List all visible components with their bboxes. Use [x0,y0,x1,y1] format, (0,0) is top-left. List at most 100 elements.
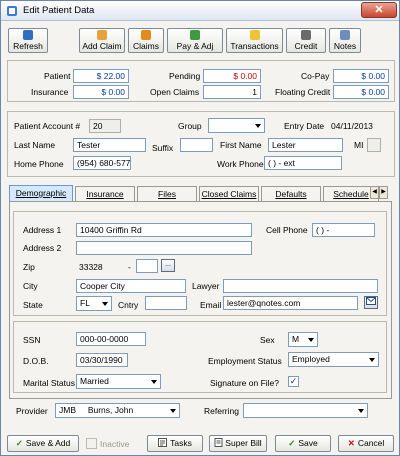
ssn-input[interactable]: 000-00-0000 [76,332,146,346]
sex-select[interactable]: M [288,332,318,347]
home-phone-input[interactable]: (954) 680-5776 [73,156,131,170]
tab-insurance[interactable]: Insurance [75,186,135,201]
state-select[interactable]: FL [76,296,112,311]
account-number-label: Patient Account # [14,121,81,131]
city-input[interactable]: Cooper City [76,279,186,293]
add-claim-icon [97,30,107,40]
last-name-input[interactable]: Tester [73,138,146,152]
first-name-input[interactable]: Lester [268,138,343,152]
last-name-label: Last Name [14,140,56,150]
close-window-button[interactable]: ✕ [361,2,397,18]
cancel-button[interactable]: ✕ Cancel [338,435,394,452]
floating-credit-label: Floating Credit [275,87,331,97]
signature-on-file-checkbox[interactable]: ✓ [288,376,299,387]
chevron-down-icon [170,409,176,413]
insurance-balance-label: Insurance [31,87,69,97]
cell-phone-label: Cell Phone [266,225,308,235]
insurance-balance-value: $ 0.00 [73,85,129,99]
pay-adj-button[interactable]: Pay & Adj [167,28,223,53]
employment-status-select[interactable]: Employed [288,352,379,367]
provider-select[interactable]: JMB Burns, John [55,403,180,418]
mi-label: MI [354,140,364,150]
save-button[interactable]: ✓ Save [275,435,331,452]
copay-value: $ 0.00 [333,69,389,83]
zip-lookup-button[interactable]: ... [161,259,175,272]
marital-status-label: Marital Status [23,378,75,388]
edit-patient-window: Edit Patient Data ✕ Refresh Add Claim Cl… [0,0,400,456]
cancel-x-icon: ✕ [347,438,355,448]
email-input[interactable]: lester@qnotes.com [223,296,358,310]
credit-button[interactable]: Credit [286,28,326,53]
work-phone-input[interactable]: ( ) - ext [264,156,342,170]
first-name-label: First Name [220,140,262,150]
chevron-down-icon [151,380,157,384]
address2-input[interactable] [76,241,252,255]
pay-adj-icon [190,30,200,40]
address2-label: Address 2 [23,243,62,253]
zip-separator: - [128,262,131,272]
country-input[interactable] [145,296,187,310]
tab-scroll-left-button[interactable]: ◀ [370,186,379,199]
window-title: Edit Patient Data [23,5,95,16]
check-icon: ✓ [288,438,296,448]
zip-value[interactable]: 33328 [79,262,103,272]
email-compose-button[interactable] [364,296,378,309]
dob-label: D.O.B. [23,356,49,366]
group-select[interactable] [208,118,265,133]
employment-status-label: Employment Status [208,356,282,366]
tab-scroll-right-button[interactable]: ▶ [379,186,388,199]
refresh-icon [23,30,33,40]
save-and-add-button[interactable]: ✓ Save & Add [7,435,79,452]
tasks-button[interactable]: Tasks [147,435,203,452]
cell-phone-input[interactable]: ( ) - [312,223,375,237]
pending-value: $ 0.00 [203,69,261,83]
email-icon [366,297,376,305]
patient-balance-label: Patient [44,71,71,81]
home-phone-label: Home Phone [14,159,64,169]
patient-balance-value: $ 22.00 [73,69,129,83]
marital-status-select[interactable]: Married [76,374,161,389]
open-claims-label: Open Claims [150,87,200,97]
entry-date-value: 04/11/2013 [331,121,373,131]
refresh-button[interactable]: Refresh [8,28,48,53]
add-claim-button[interactable]: Add Claim [79,28,125,53]
tab-strip: Demographic Insurance Files Closed Claim… [9,185,379,202]
provider-label: Provider [16,406,48,416]
group-label: Group [178,121,202,131]
super-bill-button[interactable]: Super Bill [209,435,267,452]
tab-closed-claims[interactable]: Closed Claims [199,186,259,201]
notes-button[interactable]: Notes [329,28,361,53]
floating-credit-value: $ 0.00 [333,85,389,99]
referring-select[interactable] [243,403,368,418]
chevron-down-icon [358,409,364,413]
open-claims-value: 1 [203,85,261,99]
transactions-button[interactable]: Transactions [226,28,283,53]
title-bar: Edit Patient Data ✕ [1,1,399,21]
ssn-label: SSN [23,335,41,345]
credit-card-icon [301,30,311,40]
transactions-icon [249,30,260,40]
tasks-icon [158,438,168,447]
check-icon: ✓ [15,438,23,448]
mi-input[interactable] [367,138,381,152]
tab-defaults[interactable]: Defaults [261,186,321,201]
tab-demographic[interactable]: Demographic [9,185,73,201]
signature-on-file-label: Signature on File? [210,378,279,388]
chevron-down-icon [369,358,375,362]
dob-input[interactable]: 03/30/1990 [76,353,128,367]
address1-input[interactable]: 10400 Griffin Rd [76,223,252,237]
suffix-input[interactable] [180,138,213,152]
tab-files[interactable]: Files [137,186,197,201]
notes-icon [340,30,350,40]
chevron-down-icon [102,302,108,306]
claims-icon [141,30,151,40]
claims-button[interactable]: Claims [128,28,164,53]
zip-extension-input[interactable] [136,259,158,273]
inactive-checkbox[interactable] [86,438,97,449]
country-label: Cntry [118,300,139,310]
chevron-down-icon [308,338,314,342]
state-label: State [23,300,43,310]
work-phone-label: Work Phone [217,159,264,169]
address1-label: Address 1 [23,225,62,235]
lawyer-input[interactable] [223,279,378,293]
